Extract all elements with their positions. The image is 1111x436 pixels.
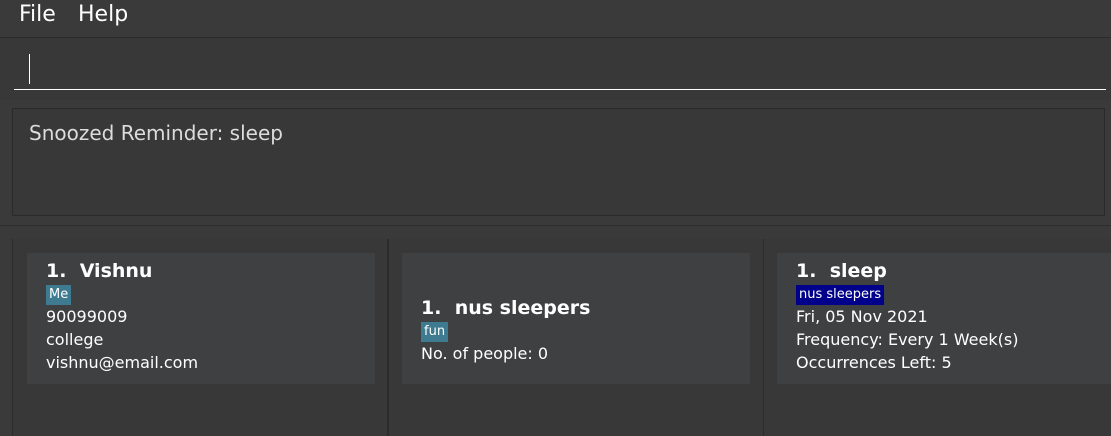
- reminder-occurrences: Occurrences Left: 5: [796, 353, 952, 372]
- text-caret: [29, 54, 30, 84]
- person-email: vishnu@email.com: [46, 353, 199, 372]
- menu-file[interactable]: File: [19, 2, 56, 27]
- person-address: college: [46, 330, 104, 349]
- group-tag: fun: [421, 322, 449, 342]
- person-list-panel[interactable]: 1. Vishnu Me 90099009 college vishnu@ema…: [12, 239, 388, 436]
- menu-help[interactable]: Help: [78, 2, 128, 27]
- person-name: Vishnu: [79, 260, 153, 282]
- result-display: Snoozed Reminder: sleep: [12, 108, 1105, 216]
- person-tag: Me: [46, 285, 72, 305]
- command-box: [0, 37, 1111, 100]
- group-index: 1.: [421, 297, 442, 319]
- reminder-card[interactable]: 1. sleep nus sleepers Fri, 05 Nov 2021 F…: [777, 253, 1111, 384]
- reminder-frequency: Frequency: Every 1 Week(s): [796, 330, 1019, 349]
- reminder-card-title: 1. sleep: [796, 260, 1111, 283]
- menu-bar: File Help: [0, 0, 1111, 32]
- reminder-date: Fri, 05 Nov 2021: [796, 307, 928, 326]
- person-index: 1.: [46, 260, 67, 282]
- group-list-panel[interactable]: 1. nus sleepers fun No. of people: 0: [388, 239, 764, 436]
- reminder-index: 1.: [796, 260, 817, 282]
- reminder-group-tag: nus sleepers: [796, 285, 885, 305]
- reminder-list-panel[interactable]: 1. sleep nus sleepers Fri, 05 Nov 2021 F…: [763, 239, 1111, 436]
- person-phone: 90099009: [46, 307, 128, 326]
- command-input[interactable]: [14, 52, 1106, 90]
- person-card-title: 1. Vishnu: [46, 260, 375, 283]
- person-card[interactable]: 1. Vishnu Me 90099009 college vishnu@ema…: [27, 253, 375, 384]
- section-divider: [0, 225, 1111, 226]
- result-message: Snoozed Reminder: sleep: [29, 121, 283, 145]
- group-card-title: 1. nus sleepers: [421, 297, 750, 320]
- group-name: nus sleepers: [454, 297, 591, 319]
- group-card[interactable]: 1. nus sleepers fun No. of people: 0: [402, 253, 750, 384]
- group-people-count: No. of people: 0: [421, 344, 549, 363]
- reminder-name: sleep: [829, 260, 887, 282]
